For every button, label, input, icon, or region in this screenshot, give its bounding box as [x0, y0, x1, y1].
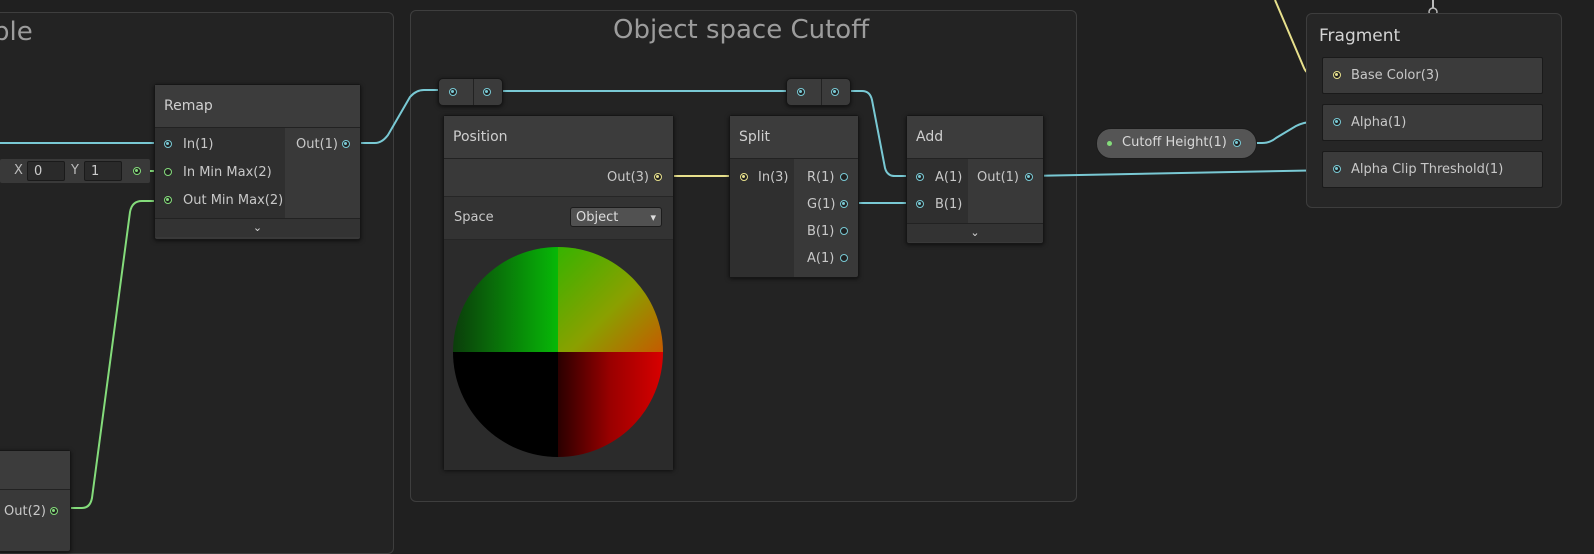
remap-out-label: Out(1) — [296, 137, 338, 152]
reroute-2-out-port[interactable] — [831, 88, 839, 96]
reroute-1-in-port[interactable] — [449, 88, 457, 96]
alpha-port[interactable] — [1333, 118, 1341, 126]
split-a-label: A(1) — [807, 251, 835, 266]
cutoff-height-property[interactable]: Cutoff Height(1) — [1096, 128, 1257, 159]
basecolor-port[interactable] — [1333, 71, 1341, 79]
split-in-port[interactable] — [740, 173, 748, 181]
alphaclip-label: Alpha Clip Threshold(1) — [1351, 162, 1504, 177]
reroute-2-divider — [821, 79, 822, 105]
position-out-label: Out(3) — [607, 170, 649, 185]
position-title: Position — [444, 116, 673, 159]
split-inputs: In(3) — [730, 159, 794, 277]
split-in-label: In(3) — [758, 170, 789, 185]
remap-out-port[interactable] — [342, 140, 350, 148]
reroute-node-2[interactable] — [786, 78, 851, 106]
sphere-quadrant-bl — [453, 352, 558, 457]
add-a-label: A(1) — [935, 170, 963, 185]
in-min-max-field: X 0 Y 1 — [0, 159, 150, 183]
reroute-1-out-port[interactable] — [483, 88, 491, 96]
remap-in-label: In(1) — [183, 137, 214, 152]
add-b-port[interactable] — [916, 200, 924, 208]
reroute-2-in-port[interactable] — [797, 88, 805, 96]
wire-add-alphaclip — [1027, 169, 1337, 177]
add-b-label: B(1) — [935, 197, 963, 212]
split-r-label: R(1) — [807, 170, 835, 185]
x-label: X — [14, 163, 23, 178]
fragment-title: Fragment — [1319, 26, 1401, 46]
position-preview — [444, 239, 673, 470]
add-expander[interactable]: ⌄ — [907, 223, 1043, 242]
add-a-port[interactable] — [916, 173, 924, 181]
property-label: Cutoff Height(1) — [1122, 135, 1227, 150]
sphere-quadrant-br — [558, 352, 663, 457]
partial-out-label: Out(2) — [4, 504, 46, 519]
reroute-node-1[interactable] — [438, 78, 503, 106]
property-dot — [1107, 141, 1112, 146]
position-settings: Space Object ▾ — [444, 196, 673, 239]
property-out-port[interactable] — [1233, 139, 1241, 147]
split-r-port[interactable] — [840, 173, 848, 181]
split-title: Split — [730, 116, 858, 159]
add-title: Add — [907, 116, 1043, 159]
split-a-port[interactable] — [840, 254, 848, 262]
wire-partial-outminmax — [62, 200, 167, 509]
space-label: Space — [454, 210, 494, 225]
remap-expander[interactable]: ⌄ — [155, 218, 360, 237]
fragment-slot-basecolor[interactable]: Base Color(3) — [1322, 57, 1543, 94]
split-g-port[interactable] — [840, 200, 848, 208]
split-b-label: B(1) — [807, 224, 835, 239]
remap-in-min-max-label: In Min Max(2) — [183, 165, 272, 180]
add-node[interactable]: Add A(1) B(1) Out(1) ⌄ — [906, 115, 1044, 244]
add-out-label: Out(1) — [977, 170, 1019, 185]
sphere-quadrant-tl — [453, 247, 558, 352]
remap-in-min-max-port[interactable] — [164, 168, 172, 176]
fragment-slot-alpha[interactable]: Alpha(1) — [1322, 104, 1543, 141]
partial-out-port[interactable] — [50, 507, 58, 515]
remap-in-port[interactable] — [164, 140, 172, 148]
remap-inputs: In(1) In Min Max(2) Out Min Max(2) — [155, 128, 285, 218]
fragment-block[interactable]: Fragment Base Color(3) Alpha(1) Alpha Cl… — [1306, 13, 1562, 208]
split-b-port[interactable] — [840, 227, 848, 235]
remap-out-min-max-label: Out Min Max(2) — [183, 193, 284, 208]
fragment-slot-alphaclip[interactable]: Alpha Clip Threshold(1) — [1322, 151, 1543, 188]
sphere-quadrant-tr — [558, 247, 663, 352]
preview-sphere — [453, 247, 663, 457]
alphaclip-port[interactable] — [1333, 165, 1341, 173]
remap-title: Remap — [155, 85, 360, 128]
y-value-input[interactable]: 1 — [84, 161, 122, 181]
space-dropdown[interactable]: Object ▾ — [570, 207, 662, 227]
reroute-1-divider — [473, 79, 474, 105]
add-inputs: A(1) B(1) — [907, 159, 968, 223]
position-out-port[interactable] — [654, 173, 662, 181]
space-dropdown-value: Object — [576, 210, 619, 225]
basecolor-label: Base Color(3) — [1351, 68, 1440, 83]
split-g-label: G(1) — [807, 197, 836, 212]
add-out-port[interactable] — [1025, 173, 1033, 181]
partial-node-title — [0, 451, 70, 490]
remap-node[interactable]: Remap In(1) In Min Max(2) Out Min Max(2)… — [154, 84, 361, 240]
remap-out-min-max-port[interactable] — [164, 196, 172, 204]
chevron-down-icon: ▾ — [650, 211, 656, 224]
split-node[interactable]: Split In(3) R(1) G(1) B(1) A(1) — [729, 115, 859, 278]
vector-field-port[interactable] — [133, 167, 141, 175]
alpha-label: Alpha(1) — [1351, 115, 1407, 130]
y-label: Y — [71, 163, 79, 178]
position-node[interactable]: Position Out(3) Space Object ▾ — [443, 115, 674, 470]
x-value-input[interactable]: 0 — [27, 161, 65, 181]
